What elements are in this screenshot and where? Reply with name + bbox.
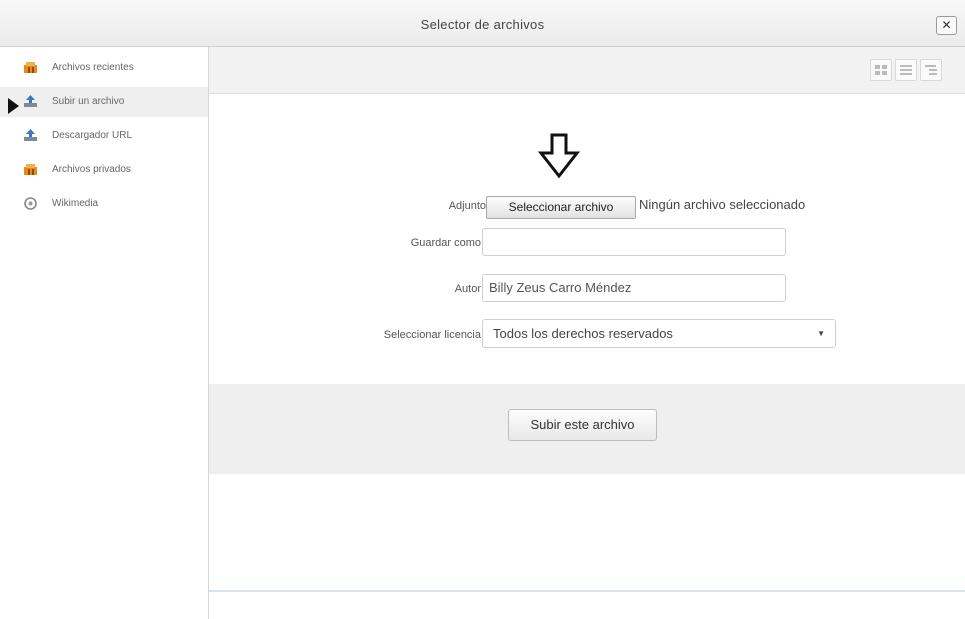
sidebar-item-wikimedia[interactable]: Wikimedia [0,189,208,219]
down-arrow-icon [537,133,581,179]
tree-view-button[interactable] [920,59,942,81]
sidebar-item-label: Archivos recientes [52,62,134,73]
wikimedia-icon [24,197,37,210]
chevron-down-icon: ▼ [817,329,825,338]
sidebar-item-private-files[interactable]: Archivos privados [0,155,208,185]
attachment-label: Adjunto [448,200,486,212]
sidebar-item-url-downloader[interactable]: Descargador URL [0,121,208,151]
upload-submit-button[interactable]: Subir este archivo [508,409,657,441]
save-as-field[interactable] [482,228,786,256]
close-button[interactable]: ✕ [936,16,957,35]
choose-file-button[interactable]: Seleccionar archivo [486,196,636,219]
license-select[interactable]: Todos los derechos reservados ▼ [482,319,836,348]
save-as-label: Guardar como [410,237,481,249]
recent-files-icon [24,62,37,73]
sidebar-item-label: Archivos privados [52,164,131,175]
list-view-button[interactable] [895,59,917,81]
upload-icon [24,95,37,107]
close-icon: ✕ [941,18,952,32]
license-label: Seleccionar licencia [383,329,481,341]
list-view-icon [900,65,912,75]
dialog-title: Selector de archivos [420,17,545,32]
url-downloader-icon [24,129,37,141]
pointer-arrow-icon [8,98,19,114]
no-file-text: Ningún archivo seleccionado [639,197,806,212]
license-select-value: Todos los derechos reservados [493,326,673,341]
repository-sidebar: Archivos recientes Subir un archivo Desc… [0,47,208,619]
private-files-icon [24,164,37,175]
sidebar-item-label: Wikimedia [52,198,99,209]
sidebar-item-label: Subir un archivo [52,96,125,107]
main-panel: Adjunto Seleccionar archivo Ningún archi… [208,47,965,619]
author-label: Autor [454,283,481,295]
icon-view-button[interactable] [870,59,892,81]
sidebar-item-upload[interactable]: Subir un archivo [0,87,208,117]
view-toolbar [209,47,965,94]
sidebar-item-recent-files[interactable]: Archivos recientes [0,53,208,83]
divider [209,590,965,592]
tree-view-icon [925,65,937,75]
sidebar-item-label: Descargador URL [52,130,133,141]
dialog-titlebar: Selector de archivos ✕ [0,0,965,47]
icon-view-icon [875,65,887,75]
author-field[interactable]: Billy Zeus Carro Méndez [482,274,786,302]
